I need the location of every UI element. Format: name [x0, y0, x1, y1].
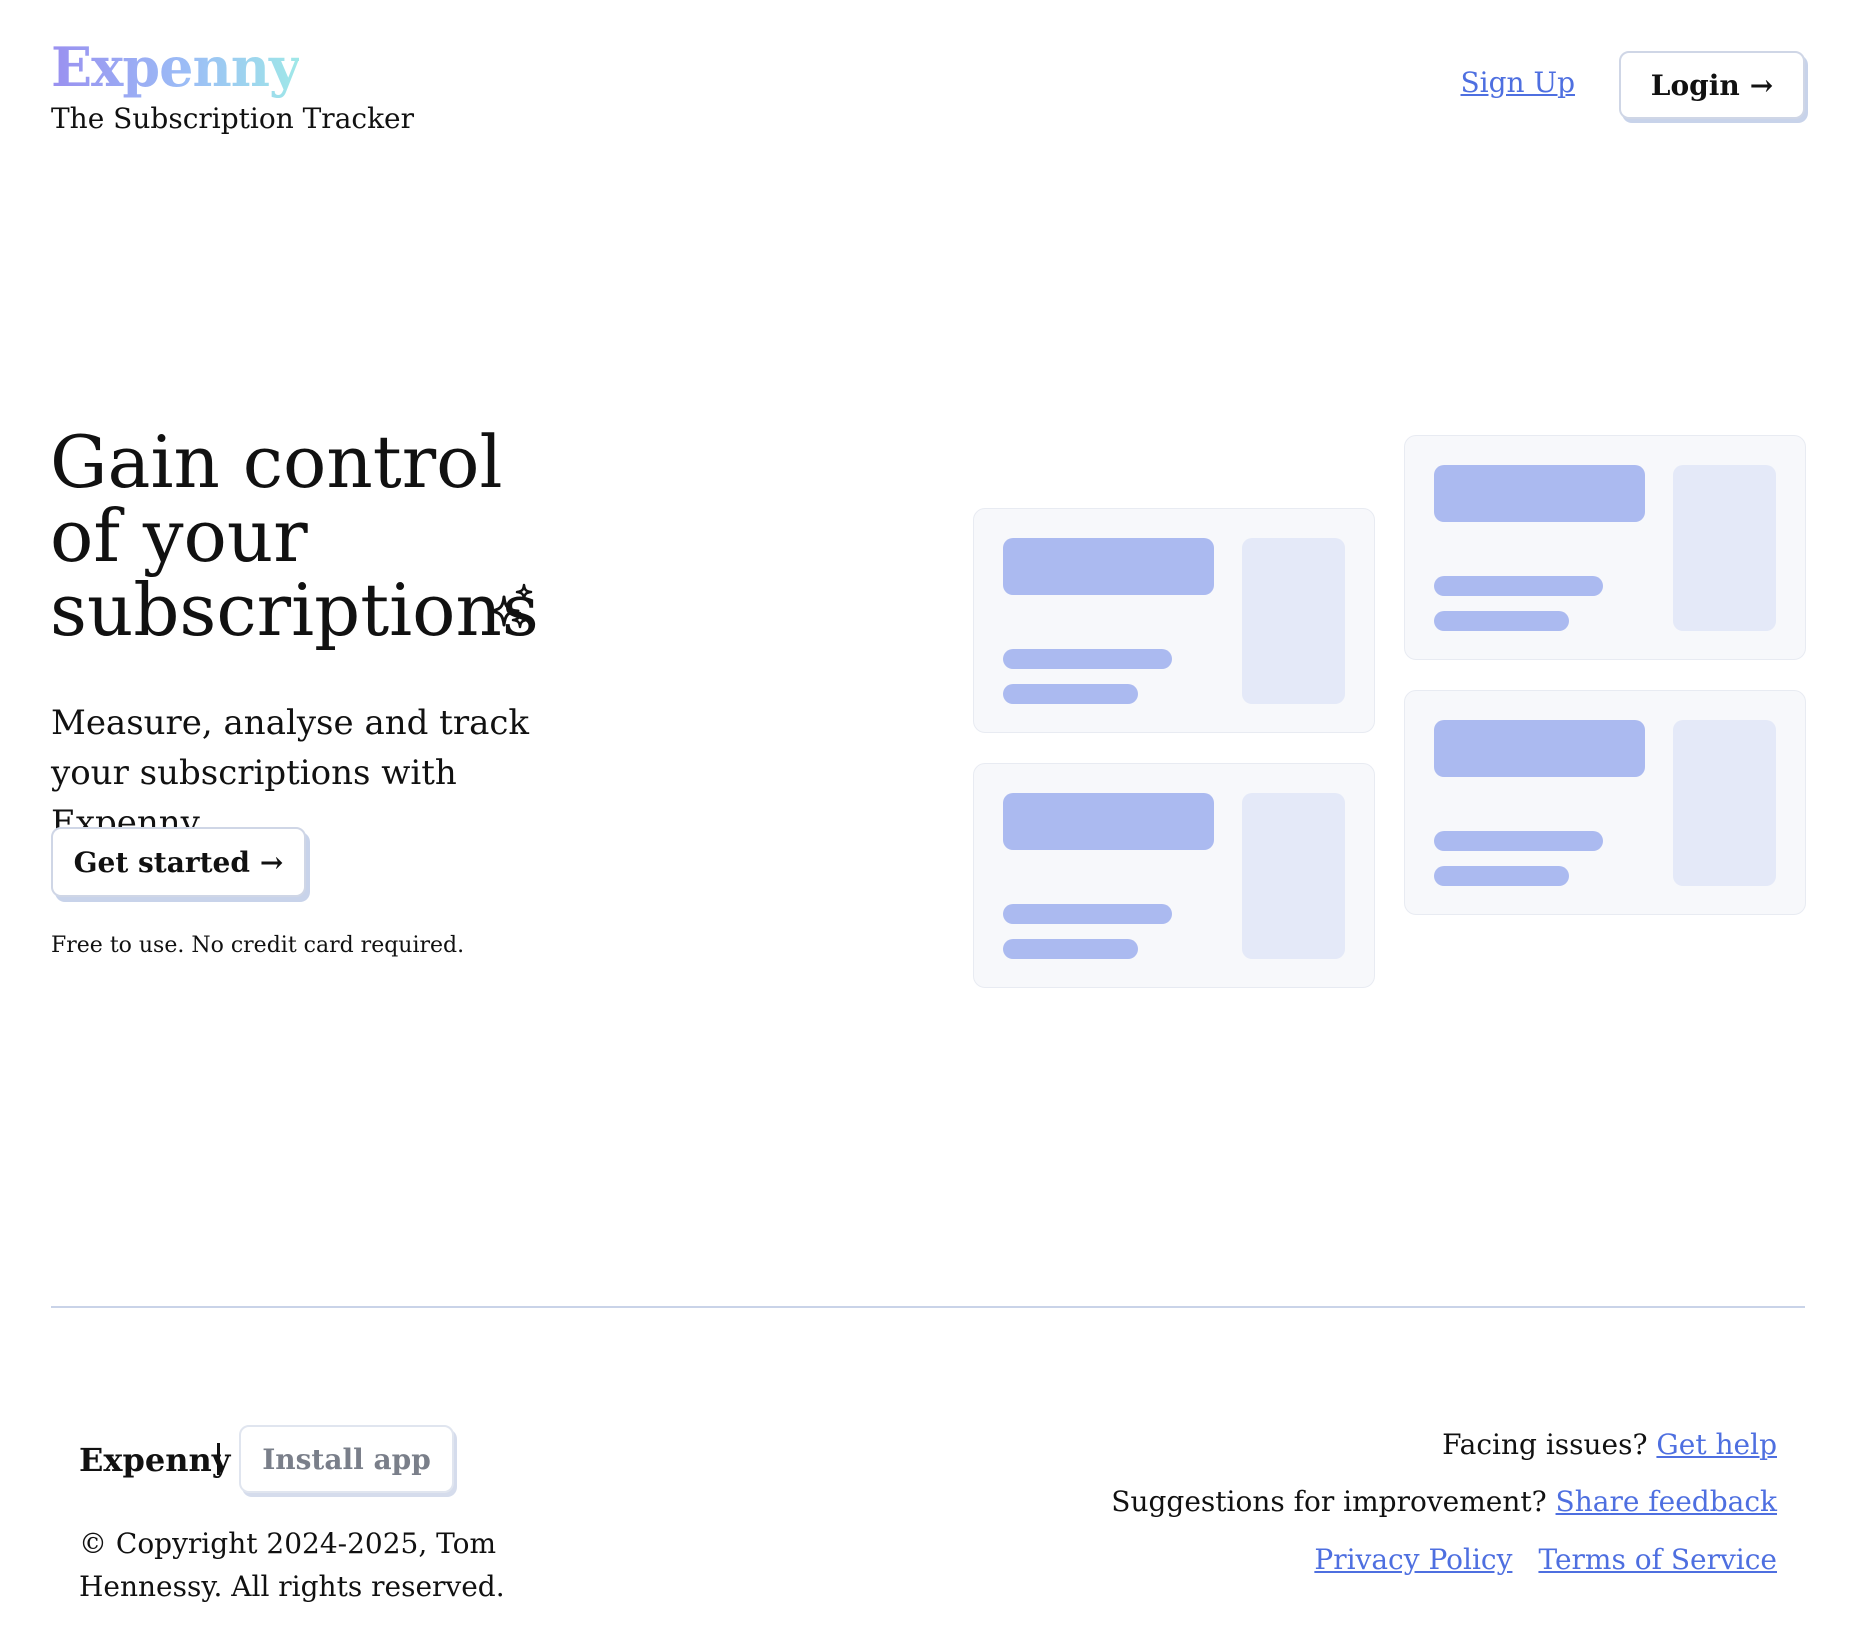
hero-title-line-3: subscriptions	[50, 568, 539, 652]
placeholder-title	[1434, 465, 1645, 522]
placeholder-line	[1003, 649, 1172, 669]
placeholder-title	[1003, 793, 1214, 850]
placeholder-title	[1003, 538, 1214, 595]
hero-subtitle: Measure, analyse and track your subscrip…	[51, 703, 530, 843]
hero-title-line-2: of your	[50, 494, 308, 578]
placeholder-side	[1242, 538, 1345, 704]
subscription-card-placeholder	[973, 508, 1375, 733]
legal-links: Privacy Policy Terms of Service	[1314, 1543, 1777, 1577]
subscription-card-placeholder	[1404, 690, 1806, 915]
placeholder-side	[1673, 465, 1776, 631]
arrow-right-icon: →	[1749, 68, 1774, 102]
get-started-label: Get started	[73, 845, 250, 879]
arrow-right-icon: →	[259, 845, 284, 879]
copyright-text: © Copyright 2024-2025, Tom Hennessy. All…	[79, 1527, 505, 1603]
placeholder-line	[1434, 576, 1603, 596]
footer-brand: Expenny	[79, 1441, 231, 1479]
placeholder-title	[1434, 720, 1645, 777]
header: Expenny The Subscription Tracker Sign Up…	[51, 30, 1805, 140]
placeholder-line	[1003, 684, 1138, 704]
sparkles-icon	[488, 583, 533, 629]
get-started-button[interactable]: Get started →	[51, 827, 306, 897]
hero-title-line-1: Gain control	[50, 420, 503, 504]
login-button[interactable]: Login →	[1619, 51, 1805, 119]
subscription-card-placeholder	[1404, 435, 1806, 660]
placeholder-line	[1434, 831, 1603, 851]
get-help-link[interactable]: Get help	[1656, 1428, 1777, 1461]
hero-title: Gain control of your subscriptions	[50, 425, 539, 647]
help-prefix: Facing issues?	[1442, 1428, 1648, 1461]
landing-page: Expenny The Subscription Tracker Sign Up…	[0, 0, 1856, 1644]
free-note: Free to use. No credit card required.	[51, 933, 465, 958]
share-feedback-link[interactable]: Share feedback	[1556, 1485, 1777, 1518]
placeholder-line	[1003, 904, 1172, 924]
footer-divider	[51, 1306, 1805, 1308]
placeholder-line	[1434, 611, 1569, 631]
help-row: Facing issues? Get help	[1442, 1428, 1777, 1462]
signup-link[interactable]: Sign Up	[1460, 66, 1575, 100]
placeholder-side	[1673, 720, 1776, 886]
subscription-card-placeholder	[973, 763, 1375, 988]
placeholder-side	[1242, 793, 1345, 959]
login-label: Login	[1650, 68, 1740, 102]
privacy-policy-link[interactable]: Privacy Policy	[1314, 1543, 1512, 1576]
brand-tagline: The Subscription Tracker	[51, 102, 414, 135]
placeholder-line	[1434, 866, 1569, 886]
footer-separator	[217, 1443, 220, 1475]
placeholder-line	[1003, 939, 1138, 959]
brand-logo[interactable]: Expenny	[51, 36, 300, 98]
feedback-prefix: Suggestions for improvement?	[1111, 1485, 1547, 1518]
terms-of-service-link[interactable]: Terms of Service	[1538, 1543, 1777, 1576]
feedback-row: Suggestions for improvement? Share feedb…	[1111, 1485, 1777, 1519]
install-app-button[interactable]: Install app	[239, 1425, 454, 1493]
